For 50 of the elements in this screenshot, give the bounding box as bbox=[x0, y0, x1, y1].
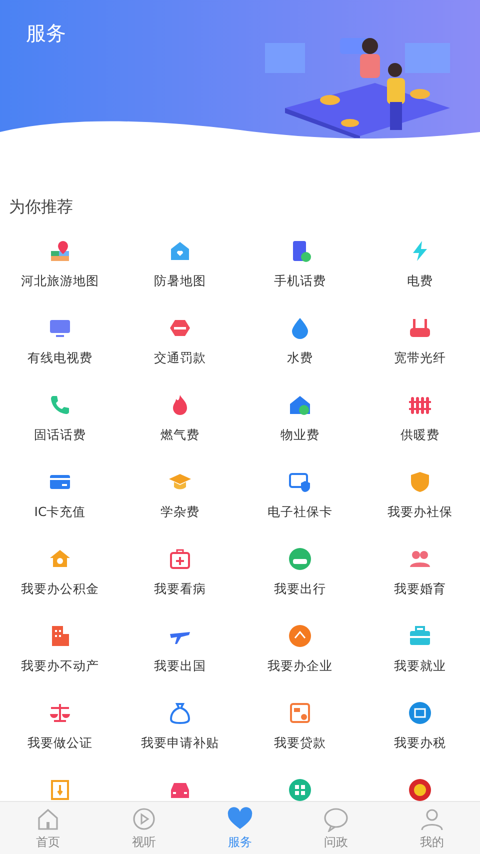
map-pin-icon[interactable] bbox=[48, 239, 72, 263]
medical-kit-icon[interactable] bbox=[168, 547, 192, 571]
service-label[interactable]: 我要办公积金 bbox=[21, 580, 99, 597]
shield-icon[interactable] bbox=[408, 470, 432, 494]
briefcase-icon[interactable] bbox=[408, 624, 432, 648]
service-label[interactable]: 电费 bbox=[407, 272, 433, 289]
router-icon[interactable] bbox=[408, 316, 432, 340]
play-icon bbox=[131, 806, 157, 832]
service-label[interactable]: 我要婚育 bbox=[394, 580, 446, 597]
service-label[interactable]: 我要贷款 bbox=[274, 734, 326, 751]
service-label[interactable]: 物业费 bbox=[280, 426, 320, 443]
service-label[interactable]: 学杂费 bbox=[160, 503, 200, 520]
money-bag-icon[interactable] bbox=[168, 701, 192, 725]
phone-handset-icon[interactable] bbox=[48, 393, 72, 417]
chat-icon bbox=[323, 806, 349, 832]
service-label[interactable]: 我要就业 bbox=[394, 657, 446, 674]
house-coin-icon[interactable] bbox=[288, 393, 312, 417]
service-label[interactable]: 我要办社保 bbox=[388, 503, 452, 520]
service-label[interactable]: 有线电视费 bbox=[28, 349, 92, 366]
grid-icon[interactable] bbox=[288, 778, 312, 801]
circle-badge-icon[interactable] bbox=[288, 624, 312, 648]
service-label[interactable]: 固话话费 bbox=[34, 426, 86, 443]
service-label[interactable]: 河北旅游地图 bbox=[21, 272, 99, 289]
page-title: 服务 bbox=[26, 20, 66, 46]
service-label[interactable]: 电子社保卡 bbox=[268, 503, 332, 520]
service-label[interactable]: 宽带光纤 bbox=[394, 349, 446, 366]
service-label[interactable]: 水费 bbox=[287, 349, 313, 366]
service-label[interactable]: 我要做公证 bbox=[28, 734, 92, 751]
service-label[interactable]: 交通罚款 bbox=[154, 349, 206, 366]
service-label[interactable]: 防暑地图 bbox=[154, 272, 206, 289]
document-icon[interactable] bbox=[288, 701, 312, 725]
service-label[interactable]: 我要看病 bbox=[154, 580, 206, 597]
emblem-icon[interactable] bbox=[408, 778, 432, 801]
section-title: 为你推荐 bbox=[9, 196, 74, 218]
service-label[interactable]: 燃气费 bbox=[160, 426, 200, 443]
service-label[interactable]: 我要出国 bbox=[154, 657, 206, 674]
house-heart-icon[interactable] bbox=[168, 239, 192, 263]
service-label[interactable]: 我要申请补贴 bbox=[141, 734, 219, 751]
service-label[interactable]: 手机话费 bbox=[274, 272, 326, 289]
service-label[interactable]: IC卡充值 bbox=[34, 503, 86, 520]
circle-badge-icon[interactable] bbox=[408, 701, 432, 725]
frame-icon[interactable] bbox=[48, 778, 72, 801]
heart-icon bbox=[227, 806, 253, 832]
card-shield-icon[interactable] bbox=[288, 470, 312, 494]
service-label[interactable]: 我要办不动产 bbox=[21, 657, 99, 674]
service-label[interactable]: 供暖费 bbox=[400, 426, 440, 443]
service-label[interactable]: 我要办企业 bbox=[268, 657, 332, 674]
scales-icon[interactable] bbox=[48, 701, 72, 725]
service-label[interactable]: 我要出行 bbox=[274, 580, 326, 597]
service-label[interactable]: 我要办税 bbox=[394, 734, 446, 751]
